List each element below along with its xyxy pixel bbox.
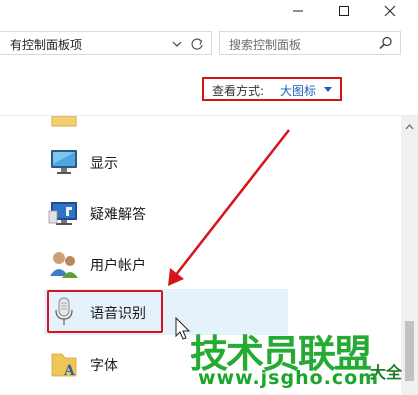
- fonts-icon: A: [51, 353, 77, 379]
- chevron-up-icon: [405, 124, 414, 130]
- svg-text:A: A: [63, 363, 76, 379]
- folder-icon: [51, 116, 77, 127]
- item-fonts[interactable]: A 字体: [44, 341, 288, 387]
- troubleshooting-icon: [48, 202, 77, 225]
- address-field[interactable]: 有控制面板项: [0, 31, 212, 55]
- control-panel-items: 显示 疑难解答 用户帐户 语音识别 A 字体: [0, 116, 400, 395]
- address-dropdown-button[interactable]: [168, 35, 186, 53]
- scroll-thumb[interactable]: [405, 321, 414, 381]
- item-display[interactable]: 显示: [44, 139, 288, 185]
- minimize-button[interactable]: [278, 0, 318, 22]
- scroll-up-button[interactable]: [401, 120, 418, 134]
- search-placeholder: 搜索控制面板: [229, 38, 302, 52]
- item-label: 用户帐户: [90, 258, 146, 274]
- maximize-icon: [339, 6, 349, 16]
- item-label: 显示: [90, 156, 118, 172]
- item-user-accounts[interactable]: 用户帐户: [44, 241, 288, 287]
- title-bar: [0, 0, 418, 22]
- close-button[interactable]: [370, 0, 410, 22]
- refresh-icon: [191, 38, 203, 50]
- view-by-label: 查看方式:: [212, 84, 265, 98]
- view-by-highlight: 查看方式: 大图标: [202, 77, 342, 101]
- display-icon: [51, 150, 77, 174]
- chevron-down-icon: [172, 41, 182, 47]
- search-box[interactable]: 搜索控制面板: [219, 31, 401, 55]
- maximize-button[interactable]: [324, 0, 364, 22]
- address-path: 有控制面板项: [10, 38, 83, 52]
- close-icon: [384, 5, 396, 17]
- minimize-icon: [293, 10, 303, 12]
- view-by-dropdown[interactable]: 大图标: [280, 82, 316, 99]
- user-accounts-icon: [50, 252, 78, 278]
- refresh-button[interactable]: [188, 35, 206, 53]
- navigation-bar: 有控制面板项 搜索控制面板: [0, 28, 418, 58]
- speech-recognition-highlight: [47, 290, 163, 333]
- caret-down-icon[interactable]: [324, 87, 332, 92]
- item-troubleshooting[interactable]: 疑难解答: [44, 190, 288, 236]
- item-label: 疑难解答: [90, 207, 146, 223]
- search-icon[interactable]: [378, 35, 394, 51]
- item-label: 字体: [90, 358, 118, 374]
- vertical-scrollbar[interactable]: [401, 116, 418, 395]
